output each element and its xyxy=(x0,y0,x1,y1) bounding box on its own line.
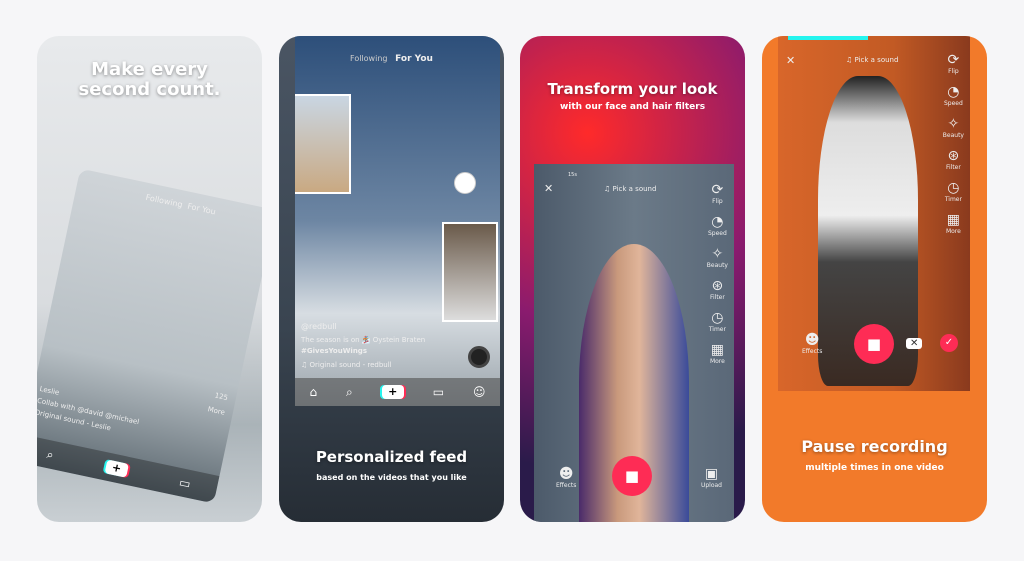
beauty-button[interactable]: ✧ Beauty xyxy=(707,246,728,269)
recording-progress xyxy=(788,36,868,40)
screenshot-panel-3: Transform your look with our face and ha… xyxy=(520,36,745,522)
pick-sound-button[interactable]: Pick a sound xyxy=(613,185,657,193)
upload-icon: ▣ xyxy=(704,466,719,482)
effects-icon: ☻ xyxy=(558,466,574,482)
like-count: 125 xyxy=(213,391,229,403)
flip-icon: ⟳ xyxy=(711,182,724,198)
flip-button[interactable]: ⟳ Flip xyxy=(712,182,724,205)
beauty-button[interactable]: ✧ Beauty xyxy=(943,116,964,139)
inbox-icon[interactable]: ▭ xyxy=(433,385,444,399)
tab-for-you[interactable]: For You xyxy=(395,54,433,64)
close-icon[interactable]: ✕ xyxy=(786,54,795,67)
tab-following[interactable]: Following xyxy=(350,54,387,63)
tab-for-you[interactable]: For You xyxy=(187,202,217,217)
video-camera-icon: ■ xyxy=(624,467,640,485)
timer-button[interactable]: ◷ Timer xyxy=(945,180,962,203)
speed-button[interactable]: ◔ Speed xyxy=(708,214,727,237)
inset-photo-cat xyxy=(442,222,498,322)
video-camera-icon: ■ xyxy=(866,335,882,353)
profile-icon[interactable]: ☺ xyxy=(473,385,486,399)
tab-following[interactable]: Following xyxy=(145,193,184,210)
flip-button[interactable]: ⟳ Flip xyxy=(948,52,960,75)
headline: Transform your look xyxy=(547,80,718,98)
pick-sound-button[interactable]: Pick a sound xyxy=(855,56,899,64)
filter-button[interactable]: ⊛ Filter xyxy=(946,148,961,171)
phone-camera: 15s ✕ ♫ Pick a sound ⟳ Flip ◔ Speed ✧ Beaut… xyxy=(534,164,734,522)
more-label[interactable]: More xyxy=(207,405,226,416)
headline: Pause recording xyxy=(801,437,948,456)
effects-button[interactable]: ☻ Effects xyxy=(802,332,822,355)
confirm-button[interactable]: ✓ xyxy=(940,334,958,352)
record-button[interactable]: ■ xyxy=(854,324,894,364)
headline: Personalized feed xyxy=(315,448,468,466)
filter-icon: ⊛ xyxy=(711,278,724,294)
create-button[interactable]: + xyxy=(381,385,404,399)
delete-clip-button[interactable]: ✕ xyxy=(906,338,923,349)
speed-button[interactable]: ◔ Speed xyxy=(944,84,963,107)
effects-button[interactable]: ☻ Effects xyxy=(556,466,576,489)
music-note-icon: ♫ xyxy=(604,185,613,193)
phone-feed: Following For You @redbull The season is… xyxy=(295,36,500,406)
home-icon[interactable]: ⌂ xyxy=(309,385,317,399)
subtitle: based on the videos that you like xyxy=(316,473,467,482)
screenshot-panel-1: Make every second count. Following For Y… xyxy=(37,36,262,522)
beauty-icon: ✧ xyxy=(947,116,960,132)
upload-button[interactable]: ▣ Upload xyxy=(701,466,722,489)
sound-label[interactable]: Original sound - redbull xyxy=(310,361,392,369)
hashtag[interactable]: #GivesYouWings xyxy=(301,347,367,355)
subtitle: with our face and hair filters xyxy=(559,102,706,112)
subtitle: multiple times in one video xyxy=(805,463,944,473)
record-button[interactable]: ■ xyxy=(612,456,652,496)
timer-label: 15s xyxy=(568,172,577,178)
more-button[interactable]: ▦ More xyxy=(946,212,961,235)
beauty-icon: ✧ xyxy=(711,246,724,262)
username[interactable]: Leslie xyxy=(39,385,60,397)
screenshot-panel-2: Following For You @redbull The season is… xyxy=(279,36,504,522)
timer-icon: ◷ xyxy=(711,310,724,326)
speed-icon: ◔ xyxy=(711,214,724,230)
inset-photo-beach xyxy=(295,94,351,194)
username[interactable]: @redbull xyxy=(301,322,337,331)
grid-icon: ▦ xyxy=(710,342,724,358)
more-button[interactable]: ▦ More xyxy=(710,342,725,365)
inbox-icon[interactable]: ▭ xyxy=(178,475,192,491)
avatar[interactable] xyxy=(454,172,476,194)
music-note-icon: ♫ xyxy=(301,361,310,369)
music-disc-icon[interactable] xyxy=(468,346,490,368)
caption: The season is on 🏂 Oystein Braten xyxy=(301,336,426,344)
create-button[interactable]: + xyxy=(104,459,129,478)
timer-button[interactable]: ◷ Timer xyxy=(709,310,726,333)
music-note-icon: ♫ xyxy=(846,56,855,64)
headline: Make every second count. xyxy=(78,59,221,100)
speed-icon: ◔ xyxy=(947,84,960,100)
close-icon[interactable]: ✕ xyxy=(544,182,553,195)
flip-icon: ⟳ xyxy=(947,52,960,68)
grid-icon: ▦ xyxy=(946,212,960,228)
timer-icon: ◷ xyxy=(947,180,960,196)
phone-camera: ✕ ♫ Pick a sound ⟳ Flip ◔ Speed ✧ Beauty ⊛ F… xyxy=(778,36,970,391)
search-icon[interactable]: ⌕ xyxy=(45,446,55,462)
search-icon[interactable]: ⌕ xyxy=(346,385,353,400)
filter-button[interactable]: ⊛ Filter xyxy=(710,278,725,301)
effects-icon: ☻ xyxy=(804,332,820,348)
filter-icon: ⊛ xyxy=(947,148,960,164)
screenshot-panel-4: ✕ ♫ Pick a sound ⟳ Flip ◔ Speed ✧ Beauty ⊛ F… xyxy=(762,36,987,522)
tilted-phone-feed: Following For You Leslie Collab with @da… xyxy=(37,168,262,504)
